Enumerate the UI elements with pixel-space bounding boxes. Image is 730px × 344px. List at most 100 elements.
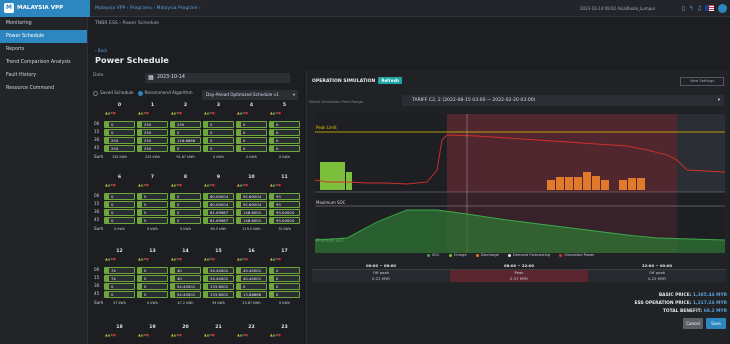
schedule-cell-input[interactable]: 250: [104, 137, 135, 144]
schedule-cell-input[interactable]: 0: [137, 267, 168, 274]
schedule-cell-input[interactable]: 0: [104, 201, 135, 208]
schedule-cell-input[interactable]: 54.40001: [203, 275, 234, 282]
schedule-cell-input[interactable]: 0: [236, 129, 267, 136]
schedule-cell-input[interactable]: 54.40001: [170, 283, 201, 290]
schedule-cell-input[interactable]: 250: [137, 121, 168, 128]
schedule-cell-input[interactable]: 13.86666: [236, 291, 267, 298]
schedule-cell-input[interactable]: 0: [170, 209, 201, 216]
cell-flags-icon[interactable]: ▲▲×◼: [171, 111, 182, 116]
schedule-cell-input[interactable]: 0: [137, 217, 168, 224]
schedule-cell-input[interactable]: 54.40001: [203, 267, 234, 274]
schedule-cell-input[interactable]: 54.40001: [170, 291, 201, 298]
schedule-cell-input[interactable]: 116.6666: [170, 137, 201, 144]
schedule-cell-input[interactable]: 0: [104, 121, 135, 128]
schedule-cell-input[interactable]: 133.6001: [203, 283, 234, 290]
save-button[interactable]: Save: [706, 318, 726, 329]
schedule-cell-input[interactable]: 0: [170, 129, 201, 136]
device-icon[interactable]: ▯: [680, 4, 687, 13]
schedule-cell-input[interactable]: 0: [269, 275, 300, 282]
schedule-cell-input[interactable]: 250: [137, 137, 168, 144]
cell-flags-icon[interactable]: ▲▲×◼: [204, 111, 215, 116]
cancel-button[interactable]: Cancel: [683, 318, 703, 329]
top-breadcrumb[interactable]: Malaysia VPP › Programs › Malaysia Progr…: [95, 0, 201, 17]
schedule-cell-input[interactable]: 0: [137, 283, 168, 290]
schedule-cell-input[interactable]: 0: [203, 137, 234, 144]
cell-flags-icon[interactable]: ▲▲×◼: [105, 111, 116, 116]
legend-discharge[interactable]: Discharge: [475, 253, 499, 257]
algorithm-select[interactable]: Day-Ahead Optimized Schedule v1 ▾: [202, 90, 298, 100]
recommend-algorithm-radio[interactable]: Recommend Algorithm: [137, 90, 193, 96]
cell-flags-icon[interactable]: ▲▲×◼: [270, 333, 281, 338]
schedule-cell-input[interactable]: 0: [104, 283, 135, 290]
schedule-cell-input[interactable]: 0: [269, 267, 300, 274]
schedule-cell-input[interactable]: 0: [269, 291, 300, 298]
schedule-cell-input[interactable]: 0: [137, 201, 168, 208]
cell-flags-icon[interactable]: ▲▲×◼: [237, 111, 248, 116]
schedule-cell-input[interactable]: 0: [137, 275, 168, 282]
legend-charge[interactable]: Charge: [448, 253, 467, 257]
back-link[interactable]: ‹ Back: [95, 48, 108, 53]
cell-flags-icon[interactable]: ▲▲×◼: [270, 111, 281, 116]
schedule-cell-input[interactable]: 0: [269, 121, 300, 128]
schedule-cell-input[interactable]: 0: [170, 193, 201, 200]
cell-flags-icon[interactable]: ▲▲×◼: [270, 257, 281, 262]
schedule-cell-input[interactable]: 0: [236, 283, 267, 290]
schedule-cell-input[interactable]: 74: [104, 267, 135, 274]
schedule-cell-input[interactable]: 0: [104, 209, 135, 216]
schedule-cell-input[interactable]: 0: [269, 129, 300, 136]
schedule-cell-input[interactable]: 250: [137, 145, 168, 152]
sidebar-item-resource-command[interactable]: Resource Command: [0, 82, 87, 95]
schedule-cell-input[interactable]: 0: [269, 145, 300, 152]
schedule-cell-input[interactable]: 0: [104, 291, 135, 298]
cell-flags-icon[interactable]: ▲▲×◼: [171, 183, 182, 188]
schedule-cell-input[interactable]: 61.09987: [203, 209, 234, 216]
cell-flags-icon[interactable]: ▲▲×◼: [204, 333, 215, 338]
schedule-cell-input[interactable]: 0: [236, 137, 267, 144]
refresh-button[interactable]: Refresh: [378, 77, 402, 84]
cell-flags-icon[interactable]: ▲▲×◼: [138, 257, 149, 262]
schedule-cell-input[interactable]: 0: [104, 217, 135, 224]
user-avatar-icon[interactable]: [718, 4, 727, 13]
cell-flags-icon[interactable]: ▲▲×◼: [237, 333, 248, 338]
view-settings-button[interactable]: View Settings: [680, 77, 724, 86]
cell-flags-icon[interactable]: ▲▲×◼: [171, 257, 182, 262]
cell-flags-icon[interactable]: ▲▲×◼: [105, 257, 116, 262]
schedule-cell-input[interactable]: 40.40001: [236, 275, 267, 282]
legend-simulated[interactable]: Simulated Power: [559, 253, 595, 257]
schedule-cell-input[interactable]: 40.40001: [236, 267, 267, 274]
legend-forecast[interactable]: Demand Forecasting: [508, 253, 550, 257]
cell-flags-icon[interactable]: ▲▲×◼: [105, 183, 116, 188]
schedule-cell-input[interactable]: 148.6001: [236, 217, 267, 224]
schedule-cell-input[interactable]: 250: [170, 121, 201, 128]
sidebar-item-trend-comparison[interactable]: Trend Comparison Analysis: [0, 56, 87, 69]
schedule-cell-input[interactable]: 0: [236, 145, 267, 152]
schedule-cell-input[interactable]: 60.00004: [203, 201, 234, 208]
flag-icon[interactable]: [705, 4, 714, 13]
schedule-cell-input[interactable]: 0: [137, 209, 168, 216]
schedule-cell-input[interactable]: 0: [137, 193, 168, 200]
cell-flags-icon[interactable]: ▲▲×◼: [204, 257, 215, 262]
app-logo[interactable]: M MALAYSIA VPP: [0, 0, 90, 17]
flash-icon[interactable]: ϟ: [688, 4, 695, 13]
schedule-cell-input[interactable]: 40: [170, 275, 201, 282]
schedule-cell-input[interactable]: 0: [137, 291, 168, 298]
cell-flags-icon[interactable]: ▲▲×◼: [138, 183, 149, 188]
schedule-cell-input[interactable]: 0: [203, 145, 234, 152]
breadcrumb[interactable]: TNBR ESS › Power Schedule: [95, 21, 159, 26]
schedule-cell-input[interactable]: 93: [269, 201, 300, 208]
schedule-cell-input[interactable]: 60.00004: [203, 193, 234, 200]
schedule-cell-input[interactable]: 133.6001: [203, 291, 234, 298]
schedule-cell-input[interactable]: 0: [203, 129, 234, 136]
cell-flags-icon[interactable]: ▲▲×◼: [270, 183, 281, 188]
bell-icon[interactable]: ♫: [696, 4, 703, 13]
schedule-cell-input[interactable]: 92.60004: [236, 193, 267, 200]
schedule-cell-input[interactable]: 0: [269, 283, 300, 290]
cell-flags-icon[interactable]: ▲▲×◼: [138, 333, 149, 338]
cell-flags-icon[interactable]: ▲▲×◼: [138, 111, 149, 116]
schedule-cell-input[interactable]: 93.00004: [269, 209, 300, 216]
sidebar-item-monitoring[interactable]: Monitoring: [0, 17, 87, 30]
cell-flags-icon[interactable]: ▲▲×◼: [237, 183, 248, 188]
schedule-cell-input[interactable]: 0: [170, 217, 201, 224]
schedule-cell-input[interactable]: 0: [170, 201, 201, 208]
schedule-cell-input[interactable]: 0: [170, 145, 201, 152]
